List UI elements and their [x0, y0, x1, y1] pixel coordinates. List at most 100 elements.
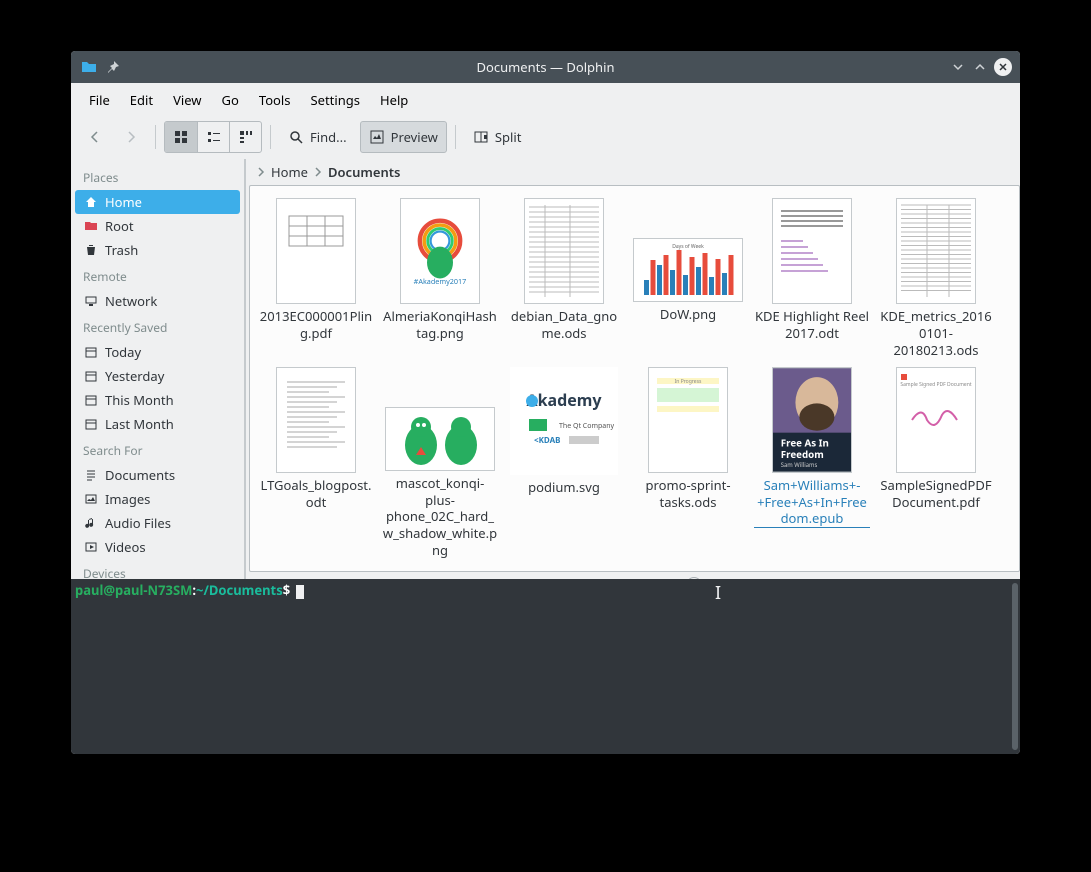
file-item[interactable]: Free As InFreedomSam WilliamsSam+William… — [750, 363, 874, 563]
file-label: KDE_metrics_20160101-20180213.ods — [878, 308, 994, 359]
app-icon — [81, 59, 97, 75]
forward-button[interactable] — [115, 122, 147, 152]
svg-text:In Progress: In Progress — [675, 379, 702, 385]
svg-text:Days of Week: Days of Week — [672, 244, 704, 250]
network-icon — [83, 293, 99, 309]
sidebar-item-trash[interactable]: Trash — [75, 238, 240, 262]
file-item[interactable]: Days of Week DoW.png — [626, 194, 750, 363]
file-thumbnail — [896, 198, 976, 304]
pin-icon[interactable] — [105, 59, 121, 75]
menubar: File Edit View Go Tools Settings Help — [71, 83, 1020, 117]
file-item[interactable]: #Akademy2017AlmeriaKonqiHashtag.png — [378, 194, 502, 363]
compact-view-button[interactable] — [197, 122, 229, 152]
file-item[interactable]: AkademyThe Qt Company<KDABpodium.svg — [502, 363, 626, 563]
sidebar-item-documents[interactable]: Documents — [75, 463, 240, 487]
sidebar-item-this-month[interactable]: This Month — [75, 388, 240, 412]
menu-help[interactable]: Help — [370, 87, 418, 113]
file-label: Sam+Williams+-+Free+As+In+Freedom.epub — [754, 477, 870, 529]
chevron-right-icon — [312, 166, 324, 178]
terminal-cursor — [296, 585, 304, 599]
places-header: Places — [75, 163, 244, 190]
sidebar-item-label: Trash — [105, 241, 138, 259]
breadcrumb-current[interactable]: Documents — [328, 163, 400, 181]
file-thumbnail: Days of Week — [633, 238, 743, 302]
terminal-scrollbar[interactable] — [1012, 583, 1018, 750]
split-button[interactable]: Split — [464, 121, 531, 153]
back-button[interactable] — [79, 122, 111, 152]
sidebar-item-images[interactable]: Images — [75, 487, 240, 511]
terminal-host: paul-N73SM — [115, 581, 192, 599]
places-panel[interactable]: Places Home Root Trash Remote Network Re… — [71, 159, 245, 579]
sidebar-item-label: This Month — [105, 391, 174, 409]
dolphin-window: Documents — Dolphin File Edit View Go To… — [71, 51, 1020, 754]
sidebar-item-network[interactable]: Network — [75, 289, 240, 313]
text-cursor-icon: I — [715, 581, 721, 605]
file-item[interactable]: KDE Highlight Reel 2017.odt — [750, 194, 874, 363]
audio-icon — [83, 515, 99, 531]
file-view: 2013EC000001Pling.pdf#Akademy2017Almeria… — [249, 185, 1020, 572]
sidebar-item-audio[interactable]: Audio Files — [75, 511, 240, 535]
chevron-right-icon — [255, 166, 267, 178]
devices-header: Devices — [75, 559, 244, 579]
folder-icon — [83, 218, 99, 234]
menu-settings[interactable]: Settings — [301, 87, 370, 113]
svg-text:Sample Signed PDF Document: Sample Signed PDF Document — [900, 382, 971, 388]
file-label: KDE Highlight Reel 2017.odt — [754, 308, 870, 342]
separator — [155, 125, 156, 149]
file-grid[interactable]: 2013EC000001Pling.pdf#Akademy2017Almeria… — [250, 186, 1019, 571]
find-button[interactable]: Find... — [279, 121, 356, 153]
file-item[interactable]: LTGoals_blogpost.odt — [254, 363, 378, 563]
file-label: 2013EC000001Pling.pdf — [258, 308, 374, 342]
file-thumbnail — [276, 367, 356, 473]
sidebar-item-home[interactable]: Home — [75, 190, 240, 214]
sidebar-item-label: Last Month — [105, 415, 174, 433]
menu-edit[interactable]: Edit — [120, 87, 163, 113]
terminal-prompt-line: paul@paul-N73SM:~/Documents$ — [75, 581, 1016, 599]
file-thumbnail — [772, 198, 852, 304]
file-label: mascot_konqi-plus-phone_02C_hard_w_shado… — [382, 475, 498, 559]
breadcrumb-home[interactable]: Home — [271, 163, 308, 181]
menu-go[interactable]: Go — [212, 87, 249, 113]
file-thumbnail — [276, 198, 356, 304]
sidebar-item-last-month[interactable]: Last Month — [75, 412, 240, 436]
sidebar-item-label: Network — [105, 292, 157, 310]
file-thumbnail: Free As InFreedomSam Williams — [772, 367, 852, 473]
titlebar[interactable]: Documents — Dolphin — [71, 51, 1020, 83]
file-item[interactable]: 2013EC000001Pling.pdf — [254, 194, 378, 363]
find-label: Find... — [310, 128, 347, 146]
file-label: LTGoals_blogpost.odt — [258, 477, 374, 511]
menu-tools[interactable]: Tools — [249, 87, 301, 113]
file-item[interactable]: mascot_konqi-plus-phone_02C_hard_w_shado… — [378, 363, 502, 563]
split-label: Split — [495, 128, 522, 146]
file-label: promo-sprint-tasks.ods — [630, 477, 746, 511]
sidebar-item-yesterday[interactable]: Yesterday — [75, 364, 240, 388]
icons-view-button[interactable] — [165, 122, 197, 152]
file-label: AlmeriaKonqiHashtag.png — [382, 308, 498, 342]
details-view-button[interactable] — [229, 122, 261, 152]
preview-button[interactable]: Preview — [360, 121, 447, 153]
file-item[interactable]: KDE_metrics_20160101-20180213.ods — [874, 194, 998, 363]
maximize-icon[interactable] — [972, 59, 988, 75]
sidebar-item-root[interactable]: Root — [75, 214, 240, 238]
sidebar-item-label: Yesterday — [105, 367, 164, 385]
menu-file[interactable]: File — [79, 87, 120, 113]
file-thumbnail: Sample Signed PDF Document — [896, 367, 976, 473]
file-item[interactable]: Sample Signed PDF DocumentSampleSignedPD… — [874, 363, 998, 563]
file-item[interactable]: In Progress promo-sprint-tasks.ods — [626, 363, 750, 563]
terminal-panel[interactable]: paul@paul-N73SM:~/Documents$ I — [71, 579, 1020, 754]
sidebar-item-today[interactable]: Today — [75, 340, 240, 364]
view-mode-group — [164, 121, 262, 153]
sidebar-item-label: Home — [105, 193, 142, 211]
calendar-icon — [83, 344, 99, 360]
file-label: DoW.png — [660, 306, 716, 323]
close-icon[interactable] — [994, 58, 1012, 76]
file-thumbnail: AkademyThe Qt Company<KDAB — [510, 367, 618, 475]
remote-header: Remote — [75, 262, 244, 289]
sidebar-item-label: Audio Files — [105, 514, 171, 532]
file-item[interactable]: debian_Data_gnome.ods — [502, 194, 626, 363]
home-icon — [83, 194, 99, 210]
minimize-icon[interactable] — [950, 59, 966, 75]
sidebar-item-videos[interactable]: Videos — [75, 535, 240, 559]
menu-view[interactable]: View — [163, 87, 211, 113]
sidebar-item-label: Videos — [105, 538, 146, 556]
